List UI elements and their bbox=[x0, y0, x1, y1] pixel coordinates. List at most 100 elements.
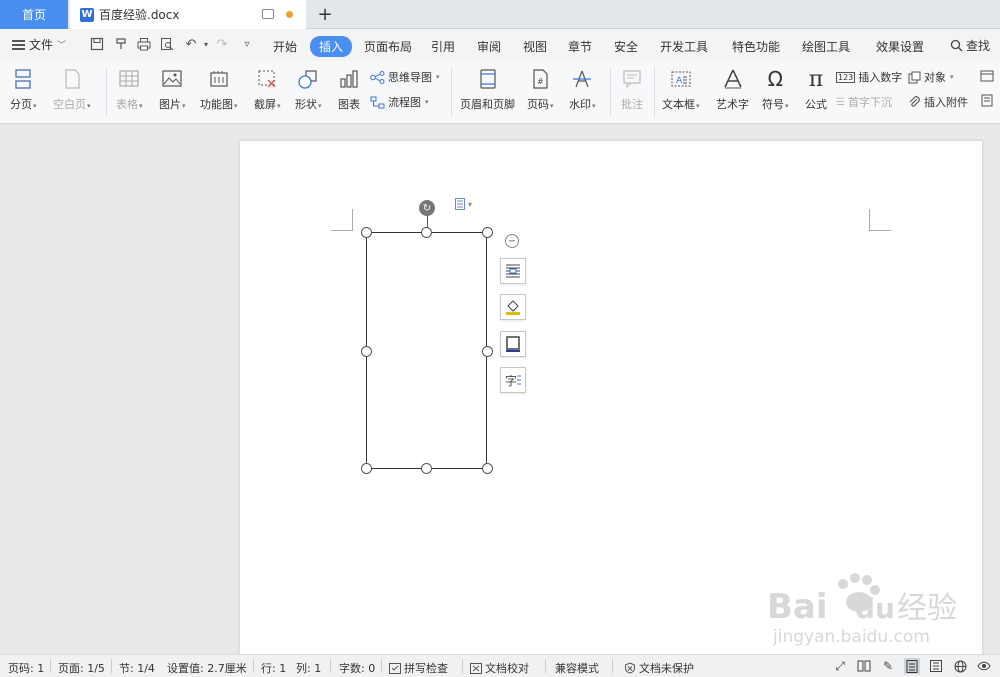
new-tab-button[interactable]: + bbox=[314, 3, 336, 25]
resize-handle-bottom[interactable] bbox=[421, 463, 432, 474]
calendar-icon[interactable] bbox=[980, 69, 994, 82]
mindmap-button[interactable]: 思维导图 ▾ bbox=[370, 69, 440, 85]
search-button[interactable]: 查找 bbox=[950, 37, 990, 54]
tab-effect-settings[interactable]: 效果设置 bbox=[876, 38, 924, 55]
picture-button[interactable]: 图片▾ bbox=[159, 67, 186, 112]
tab-special-features[interactable]: 特色功能 bbox=[732, 38, 780, 55]
dropdown-icon: ▾ bbox=[425, 98, 429, 106]
status-word-count[interactable]: 字数: 0 bbox=[339, 660, 375, 676]
resize-handle-bottom-right[interactable] bbox=[482, 463, 493, 474]
status-divider bbox=[111, 659, 112, 673]
symbol-button[interactable]: Ω 符号▾ bbox=[762, 67, 789, 112]
drop-cap-button[interactable]: ☰ 首字下沉 bbox=[836, 94, 892, 110]
blank-page-button[interactable]: 空白页▾ bbox=[53, 67, 91, 112]
object-label: 对象 bbox=[924, 71, 946, 84]
print-preview-icon[interactable] bbox=[159, 36, 175, 52]
fullscreen-icon[interactable]: ⤢ bbox=[832, 658, 848, 674]
rotate-handle-icon[interactable]: ↻ bbox=[419, 200, 435, 216]
header-footer-button[interactable]: 页眉和页脚 bbox=[460, 67, 515, 112]
document-icon[interactable] bbox=[980, 94, 994, 107]
screenshot-label: 截屏 bbox=[254, 98, 276, 111]
document-tab[interactable]: W 百度经验.docx bbox=[70, 0, 306, 29]
text-direction-button[interactable]: 字 bbox=[500, 367, 526, 393]
resize-handle-bottom-left[interactable] bbox=[361, 463, 372, 474]
screenshot-icon bbox=[255, 67, 279, 91]
redo-icon[interactable]: ↷ bbox=[214, 36, 230, 52]
ribbon-divider bbox=[654, 67, 655, 117]
tab-developer[interactable]: 开发工具 bbox=[660, 38, 708, 55]
spell-check-button[interactable]: 拼写检查 bbox=[389, 660, 448, 676]
tab-drawing-tools[interactable]: 绘图工具 bbox=[802, 38, 850, 55]
table-button[interactable]: 表格▾ bbox=[116, 67, 143, 112]
tab-review[interactable]: 审阅 bbox=[477, 38, 501, 55]
eye-protection-icon[interactable] bbox=[976, 658, 992, 674]
insert-ribbon: 分页▾ 空白页▾ 表格▾ 图片▾ 功能图▾ 截屏▾ 形状▾ 图表 思维导图 ▾ … bbox=[0, 61, 1000, 124]
status-section[interactable]: 节: 1/4 bbox=[119, 660, 155, 676]
watermark-brand-cn: 经验 bbox=[897, 591, 957, 626]
monitor-icon[interactable] bbox=[262, 9, 274, 19]
outline-view-icon[interactable] bbox=[928, 658, 944, 674]
page-break-label: 分页 bbox=[10, 98, 32, 111]
dropdown-icon: ▾ bbox=[592, 102, 596, 110]
object-button[interactable]: 对象 ▾ bbox=[908, 69, 954, 85]
print-icon[interactable] bbox=[136, 36, 152, 52]
status-page-count[interactable]: 页面: 1/5 bbox=[58, 660, 105, 676]
text-wrap-button[interactable] bbox=[500, 258, 526, 284]
rectangle-shape[interactable] bbox=[366, 232, 487, 469]
tab-chapter[interactable]: 章节 bbox=[568, 38, 592, 55]
omega-icon: Ω bbox=[767, 67, 783, 91]
tab-references[interactable]: 引用 bbox=[431, 38, 455, 55]
status-setting-value[interactable]: 设置值: 2.7厘米 bbox=[167, 660, 247, 676]
function-chart-button[interactable]: 功能图▾ bbox=[200, 67, 238, 112]
attachment-button[interactable]: 插入附件 bbox=[908, 94, 968, 110]
page-number-button[interactable]: # 页码▾ bbox=[527, 67, 554, 112]
drop-cap-icon: ☰ bbox=[836, 96, 845, 108]
tab-start[interactable]: 开始 bbox=[273, 38, 297, 55]
formula-button[interactable]: π 公式 bbox=[804, 67, 828, 112]
tab-insert[interactable]: 插入 bbox=[310, 36, 353, 57]
screenshot-button[interactable]: 截屏▾ bbox=[254, 67, 281, 112]
outline-button[interactable] bbox=[500, 331, 526, 357]
comment-button[interactable]: 批注 bbox=[620, 67, 644, 112]
dropdown-icon: ▾ bbox=[696, 102, 700, 110]
resize-handle-right[interactable] bbox=[482, 346, 493, 357]
doc-proof-button[interactable]: 文档校对 bbox=[470, 660, 529, 676]
file-menu-button[interactable]: 文件 ﹀ bbox=[12, 36, 66, 53]
tab-view[interactable]: 视图 bbox=[523, 38, 547, 55]
watermark-button[interactable]: 水印▾ bbox=[569, 67, 596, 112]
resize-handle-top-left[interactable] bbox=[361, 227, 372, 238]
wordart-button[interactable]: 艺术字 bbox=[716, 67, 749, 112]
flowchart-button[interactable]: 流程图 ▾ bbox=[370, 94, 429, 110]
home-tab[interactable]: 首页 bbox=[0, 0, 68, 29]
shape-button[interactable]: 形状▾ bbox=[295, 67, 322, 112]
resize-handle-top[interactable] bbox=[421, 227, 432, 238]
page-break-button[interactable]: 分页▾ bbox=[10, 67, 37, 112]
customize-toolbar-icon[interactable]: ▿ bbox=[239, 36, 255, 52]
resize-handle-left[interactable] bbox=[361, 346, 372, 357]
format-painter-icon[interactable] bbox=[113, 36, 129, 52]
fill-color-button[interactable] bbox=[500, 294, 526, 320]
status-page-number[interactable]: 页码: 1 bbox=[8, 660, 44, 676]
ribbon-divider bbox=[451, 67, 452, 117]
layout-options-button[interactable]: ▾ bbox=[455, 198, 472, 210]
web-view-icon[interactable] bbox=[952, 658, 968, 674]
dropdown-icon: ▾ bbox=[139, 102, 143, 110]
chart-button[interactable]: 图表 bbox=[337, 67, 361, 112]
pen-icon[interactable]: ✎ bbox=[880, 658, 896, 674]
insert-number-button[interactable]: 123 插入数字 bbox=[836, 69, 902, 85]
watermark-brand-text: Bai bbox=[767, 587, 828, 627]
doc-protection-button[interactable]: 文档未保护 bbox=[624, 660, 694, 676]
collapse-toolbar-button[interactable]: − bbox=[505, 234, 519, 248]
blank-page-label: 空白页 bbox=[53, 98, 86, 111]
status-divider bbox=[381, 659, 382, 673]
undo-icon[interactable]: ↶ bbox=[183, 36, 199, 52]
textbox-button[interactable]: A 文本框▾ bbox=[662, 67, 700, 112]
resize-handle-top-right[interactable] bbox=[482, 227, 493, 238]
save-icon[interactable] bbox=[89, 36, 105, 52]
tab-page-layout[interactable]: 页面布局 bbox=[364, 38, 412, 55]
text-wrap-icon bbox=[506, 264, 520, 278]
undo-dropdown-icon[interactable]: ▾ bbox=[198, 36, 214, 52]
tab-security[interactable]: 安全 bbox=[614, 38, 638, 55]
reading-mode-icon[interactable] bbox=[856, 658, 872, 674]
page-view-icon[interactable] bbox=[904, 658, 920, 674]
